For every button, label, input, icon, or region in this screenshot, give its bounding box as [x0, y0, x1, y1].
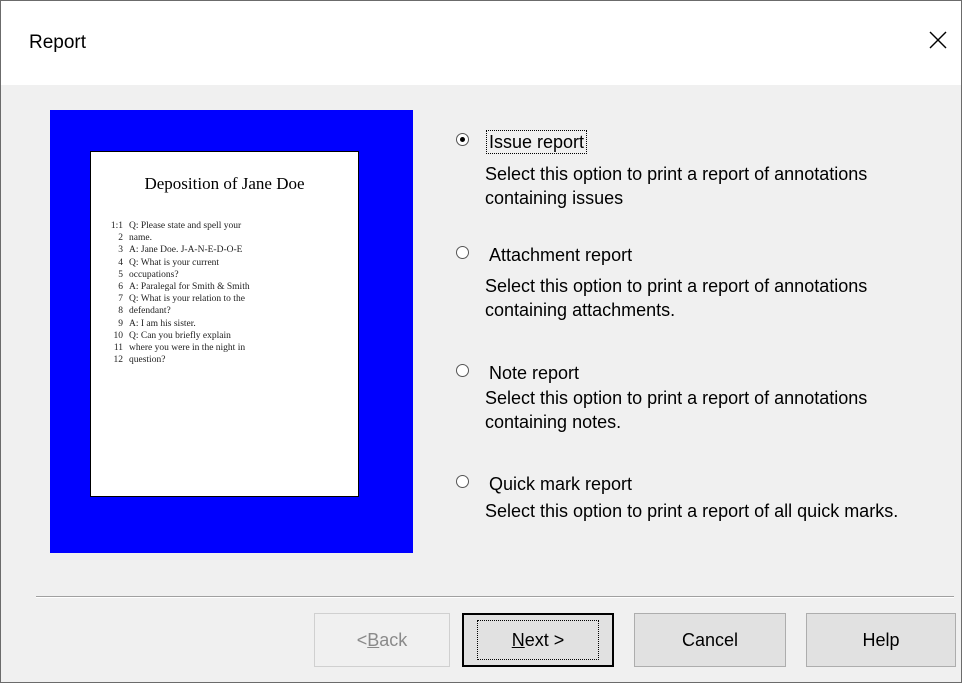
preview-transcript-lines: 1:1 Q: Please state and spell your 2 name.… [101, 220, 352, 366]
transcript-line: 4 Q: What is your current [118, 257, 220, 268]
transcript-line: 3 A: Jane Doe. J-A-N-E-D-O-E [118, 245, 243, 256]
next-button[interactable]: Next > [462, 613, 614, 667]
issue-report-label[interactable]: Issue report [485, 130, 588, 154]
transcript-line: 1:1 Q: Please state and spell your [110, 221, 242, 231]
transcript-line: 7 Q: What is your relation to the [118, 294, 245, 305]
quick-mark-report-label[interactable]: Quick mark report [487, 473, 634, 495]
note-report-label[interactable]: Note report [487, 362, 581, 384]
transcript-line: 6 A: Paralegal for Smith & Smith [118, 282, 250, 293]
transcript-line: 11 where you were in the night in [113, 343, 246, 354]
preview-document-title: Deposition of Jane Doe [144, 174, 305, 193]
button-divider [36, 596, 954, 598]
dialog-title: Report [29, 32, 87, 53]
issue-report-description: Select this option to print a report of … [485, 164, 868, 208]
transcript-line: 5 occupations? [118, 269, 179, 280]
attachment-report-radio[interactable] [456, 246, 469, 259]
transcript-line: 2 name. [118, 233, 152, 244]
transcript-line: 10 Q: Can you briefly explain [113, 330, 231, 341]
help-button[interactable]: Help [806, 613, 956, 667]
note-report-radio[interactable] [456, 364, 469, 377]
quick-mark-report-radio[interactable] [456, 475, 469, 488]
close-icon [929, 31, 947, 49]
transcript-line: 12 question? [113, 355, 166, 366]
attachment-report-description: Select this option to print a report of … [485, 276, 868, 320]
cancel-button[interactable]: Cancel [634, 613, 786, 667]
attachment-report-label[interactable]: Attachment report [487, 244, 634, 266]
report-dialog: Report Deposition of Jane Doe 1:1 Q: Plea… [0, 0, 962, 683]
title-bar: Report [1, 1, 961, 85]
quick-mark-report-description: Select this option to print a report of … [485, 501, 899, 521]
preview-document-page: Deposition of Jane Doe 1:1 Q: Please stat… [90, 151, 359, 497]
transcript-line: 8 defendant? [118, 306, 171, 317]
close-button[interactable] [915, 15, 961, 65]
report-preview-image: Deposition of Jane Doe 1:1 Q: Please stat… [50, 110, 413, 553]
note-report-description: Select this option to print a report of … [485, 388, 868, 432]
issue-report-radio[interactable] [456, 133, 469, 146]
transcript-line: 9 A: I am his sister. [118, 318, 196, 329]
back-button[interactable]: < Back [314, 613, 450, 667]
